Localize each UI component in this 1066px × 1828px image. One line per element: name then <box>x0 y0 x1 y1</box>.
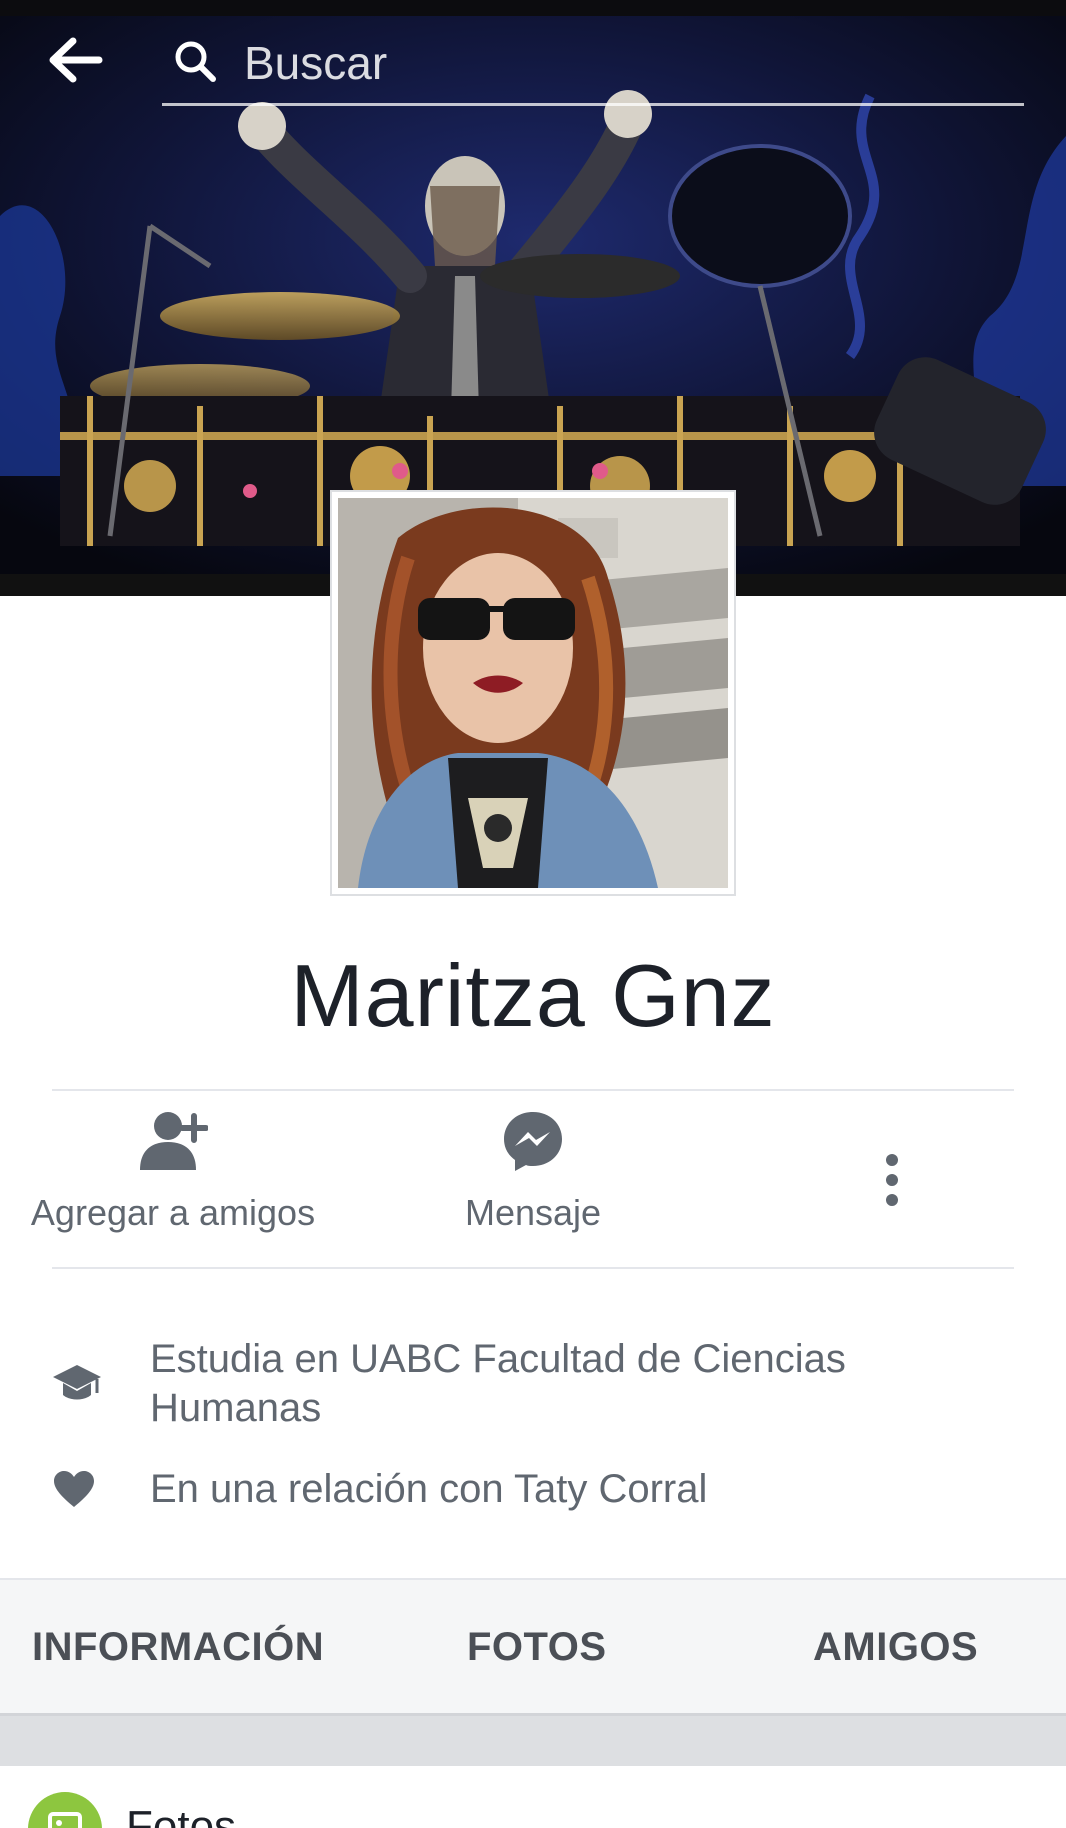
profile-name: Maritza Gnz <box>290 946 776 1045</box>
heart-icon <box>54 1471 94 1507</box>
photos-section[interactable]: Fotos <box>0 1766 1066 1828</box>
profile-tab-bar: INFORMACIÓN FOTOS AMIGOS <box>0 1578 1066 1716</box>
relationship-row[interactable]: En una relación con Taty Corral <box>0 1465 1066 1525</box>
relationship-text: En una relación con Taty Corral <box>150 1467 708 1511</box>
photos-icon <box>28 1792 102 1828</box>
section-separator <box>0 1716 1066 1766</box>
profile-photo <box>338 498 728 888</box>
more-vertical-icon <box>886 1154 898 1206</box>
profile-picture[interactable] <box>330 490 736 896</box>
more-options-button[interactable] <box>862 1140 922 1220</box>
education-text: Estudia en UABC Facultad de Ciencias Hum… <box>150 1337 846 1430</box>
add-friend-button[interactable]: Agregar a amigos <box>20 1110 326 1250</box>
search-icon <box>175 41 216 82</box>
graduation-cap-icon <box>53 1365 101 1400</box>
photos-title: Fotos <box>126 1802 237 1828</box>
messenger-icon <box>504 1112 562 1171</box>
message-button[interactable]: Mensaje <box>380 1110 686 1250</box>
search-bar[interactable] <box>162 22 1024 106</box>
tab-informacion[interactable]: INFORMACIÓN <box>32 1580 324 1715</box>
search-input[interactable] <box>242 32 1006 94</box>
message-label: Mensaje <box>464 1192 602 1233</box>
arrow-left-icon <box>49 37 103 83</box>
divider <box>52 1089 1014 1091</box>
education-row[interactable]: Estudia en UABC Facultad de Ciencias Hum… <box>0 1335 1066 1435</box>
divider <box>52 1267 1014 1269</box>
back-button[interactable] <box>40 30 110 90</box>
add-friend-icon <box>140 1112 208 1170</box>
status-strip <box>0 0 1066 16</box>
tab-fotos[interactable]: FOTOS <box>467 1580 607 1715</box>
tab-amigos[interactable]: AMIGOS <box>813 1580 978 1715</box>
add-friend-label: Agregar a amigos <box>30 1192 316 1233</box>
